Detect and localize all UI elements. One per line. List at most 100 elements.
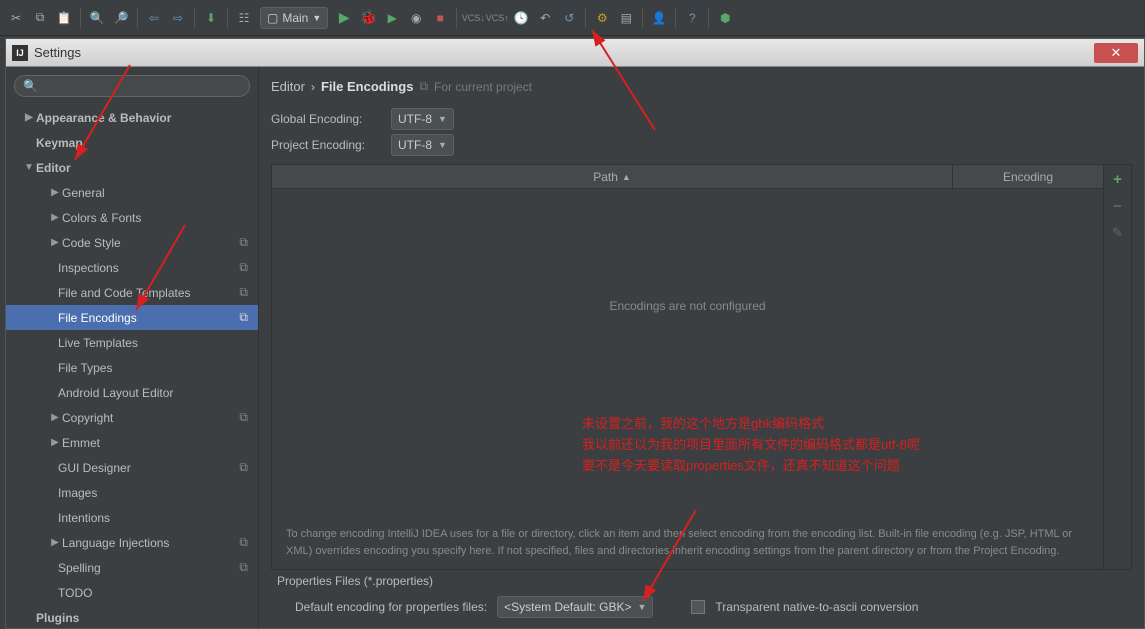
table-empty-text: Encodings are not configured	[609, 299, 765, 313]
search-icon: 🔍	[23, 79, 38, 93]
copy-icon: ⧉	[239, 535, 248, 550]
copy-icon: ⧉	[239, 310, 248, 325]
breadcrumb-hint: For current project	[434, 80, 532, 94]
tree-live-templates[interactable]: Live Templates	[6, 330, 258, 355]
structure-icon[interactable]: ▤	[618, 10, 634, 26]
search-box[interactable]: 🔍	[14, 75, 250, 97]
select-run-icon[interactable]: ☷	[236, 10, 252, 26]
global-encoding-label: Global Encoding:	[271, 112, 381, 126]
settings-window: IJ Settings ✕ 🔍 ▶Appearance & Behavior K…	[5, 38, 1145, 629]
tree-appearance[interactable]: ▶Appearance & Behavior	[6, 105, 258, 130]
run-config-combo[interactable]: ▢ Main ▼	[260, 7, 328, 29]
close-button[interactable]: ✕	[1094, 43, 1138, 63]
tree-general[interactable]: ▶General	[6, 180, 258, 205]
tree-spelling[interactable]: Spelling⧉	[6, 555, 258, 580]
tree-images[interactable]: Images	[6, 480, 258, 505]
tree-android-layout[interactable]: Android Layout Editor	[6, 380, 258, 405]
run-config-label: Main	[282, 11, 308, 25]
chevron-down-icon: ▼	[438, 114, 447, 124]
table-empty: Encodings are not configured 未设置之前，我的这个地…	[272, 189, 1103, 516]
tree-keymap[interactable]: Keymap	[6, 130, 258, 155]
debug-icon[interactable]: 🐞	[360, 10, 376, 26]
global-encoding-row: Global Encoding: UTF-8 ▼	[271, 106, 1132, 132]
project-encoding-select[interactable]: UTF-8 ▼	[391, 134, 454, 156]
tree-gui-designer[interactable]: GUI Designer⧉	[6, 455, 258, 480]
edit-icon: ✎	[1112, 225, 1123, 241]
tree-copyright[interactable]: ▶Copyright⧉	[6, 405, 258, 430]
undo-icon[interactable]: ↺	[561, 10, 577, 26]
tree-file-encodings[interactable]: File Encodings⧉	[6, 305, 258, 330]
window-title: Settings	[34, 45, 81, 60]
copy-icon: ⧉	[239, 285, 248, 300]
run-icon[interactable]: ▶	[336, 10, 352, 26]
help-text: To change encoding IntelliJ IDEA uses fo…	[272, 516, 1103, 569]
tree-lang-injections[interactable]: ▶Language Injections⧉	[6, 530, 258, 555]
remove-icon: −	[1113, 198, 1122, 215]
col-path[interactable]: Path ▲	[272, 165, 953, 188]
back-icon[interactable]: ⇦	[146, 10, 162, 26]
properties-title: Properties Files (*.properties)	[277, 574, 1126, 588]
tree-codestyle[interactable]: ▶Code Style⧉	[6, 230, 258, 255]
plugin-icon[interactable]: ⬢	[717, 10, 733, 26]
tree-intentions[interactable]: Intentions	[6, 505, 258, 530]
default-encoding-label: Default encoding for properties files:	[295, 600, 487, 614]
history-icon[interactable]: 🕓	[513, 10, 529, 26]
find-icon[interactable]: 🔍	[89, 10, 105, 26]
revert-icon[interactable]: ↶	[537, 10, 553, 26]
properties-section: Properties Files (*.properties) Default …	[271, 570, 1132, 628]
vcs-commit-icon[interactable]: VCS↑	[489, 10, 505, 26]
encoding-table: Path ▲ Encoding Encodings are not config…	[271, 164, 1132, 570]
sort-asc-icon: ▲	[622, 172, 631, 182]
copy-icon: ⧉	[239, 235, 248, 250]
tree-emmet[interactable]: ▶Emmet	[6, 430, 258, 455]
tree-plugins[interactable]: Plugins	[6, 605, 258, 628]
copy-icon: ⧉	[239, 560, 248, 575]
global-encoding-value: UTF-8	[398, 112, 432, 126]
project-encoding-value: UTF-8	[398, 138, 432, 152]
tree-editor[interactable]: ▼Editor	[6, 155, 258, 180]
run-config-icon: ▢	[267, 11, 278, 25]
cut-icon[interactable]: ✂	[8, 10, 24, 26]
crumb-file-encodings: File Encodings	[321, 79, 413, 94]
chevron-down-icon: ▼	[638, 602, 647, 612]
col-encoding[interactable]: Encoding	[953, 165, 1103, 188]
tree-file-types[interactable]: File Types	[6, 355, 258, 380]
titlebar: IJ Settings ✕	[6, 39, 1144, 67]
global-encoding-select[interactable]: UTF-8 ▼	[391, 108, 454, 130]
copy-icon: ⧉	[239, 410, 248, 425]
coverage-icon[interactable]: ▶	[384, 10, 400, 26]
add-icon[interactable]: +	[1113, 171, 1122, 188]
search-input[interactable]	[44, 79, 241, 93]
copy-icon: ⧉	[239, 460, 248, 475]
settings-icon[interactable]: ⚙	[594, 10, 610, 26]
tree-colors[interactable]: ▶Colors & Fonts	[6, 205, 258, 230]
user-icon[interactable]: 👤	[651, 10, 667, 26]
replace-icon[interactable]: 🔎	[113, 10, 129, 26]
chevron-right-icon: ›	[311, 80, 315, 94]
help-icon[interactable]: ?	[684, 10, 700, 26]
project-encoding-row: Project Encoding: UTF-8 ▼	[271, 132, 1132, 158]
build-icon[interactable]: ⬇	[203, 10, 219, 26]
transparent-label: Transparent native-to-ascii conversion	[715, 600, 918, 614]
transparent-checkbox[interactable]	[691, 600, 705, 614]
annotation-line2: 我以前还以为我的项目里面所有文件的编码格式都是utf-8呢	[582, 435, 920, 456]
copy-icon[interactable]: ⧉	[32, 10, 48, 26]
annotation-line1: 未设置之前，我的这个地方是gbk编码格式	[582, 414, 920, 435]
chevron-down-icon: ▼	[438, 140, 447, 150]
sidebar: 🔍 ▶Appearance & Behavior Keymap ▼Editor …	[6, 67, 259, 628]
annotation-line3: 要不是今天要读取properties文件，还真不知道这个问题	[582, 456, 920, 477]
stop-icon[interactable]: ■	[432, 10, 448, 26]
tree-todo[interactable]: TODO	[6, 580, 258, 605]
forward-icon[interactable]: ⇨	[170, 10, 186, 26]
paste-icon[interactable]: 📋	[56, 10, 72, 26]
main-toolbar: ✂ ⧉ 📋 🔍 🔎 ⇦ ⇨ ⬇ ☷ ▢ Main ▼ ▶ 🐞 ▶ ◉ ■ VCS…	[0, 0, 1145, 36]
profile-icon[interactable]: ◉	[408, 10, 424, 26]
tree-inspections[interactable]: Inspections⧉	[6, 255, 258, 280]
default-encoding-select[interactable]: <System Default: GBK> ▼	[497, 596, 653, 618]
default-encoding-value: <System Default: GBK>	[504, 600, 631, 614]
content-area: Editor › File Encodings ⧉ For current pr…	[259, 67, 1144, 628]
vcs-update-icon[interactable]: VCS↓	[465, 10, 481, 26]
table-tools: + − ✎	[1103, 165, 1131, 569]
breadcrumb: Editor › File Encodings ⧉ For current pr…	[271, 79, 1132, 94]
tree-file-templates[interactable]: File and Code Templates⧉	[6, 280, 258, 305]
